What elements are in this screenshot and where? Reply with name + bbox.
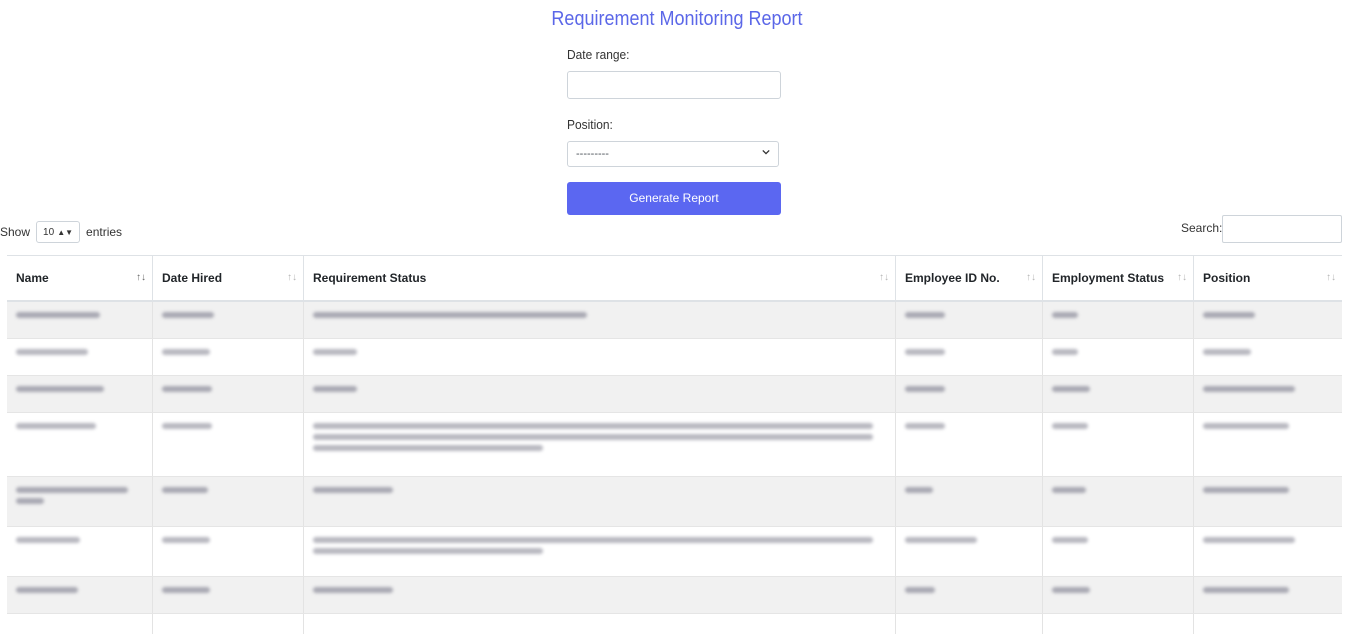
cell-position <box>1194 376 1342 412</box>
cell-requirement-status <box>304 302 896 338</box>
cell-position <box>1194 413 1342 476</box>
cell-requirement-status <box>304 376 896 412</box>
table-row[interactable] <box>7 302 1342 339</box>
cell-employment-status <box>1043 577 1194 613</box>
entries-length-control: Show 10 ▲▼ entries <box>0 221 122 243</box>
position-label: Position: <box>567 117 613 132</box>
cell-employee-id <box>896 577 1043 613</box>
cell-position <box>1194 302 1342 338</box>
cell-requirement-status <box>304 527 896 576</box>
column-header-name[interactable]: Name ↑↓ <box>7 256 153 300</box>
cell-employment-status <box>1043 527 1194 576</box>
sort-icon: ↑↓ <box>1326 272 1336 283</box>
cell-employment-status <box>1043 413 1194 476</box>
cell-employee-id <box>896 527 1043 576</box>
column-header-date-hired[interactable]: Date Hired ↑↓ <box>153 256 304 300</box>
generate-report-button[interactable]: Generate Report <box>567 182 781 215</box>
cell-date-hired <box>153 614 304 634</box>
cell-employment-status <box>1043 614 1194 634</box>
table-row[interactable] <box>7 614 1342 634</box>
search-label: Search: <box>1181 221 1223 235</box>
position-select[interactable]: --------- <box>567 141 779 167</box>
cell-employee-id <box>896 339 1043 375</box>
cell-position <box>1194 614 1342 634</box>
entries-select[interactable]: 10 ▲▼ <box>36 221 81 243</box>
cell-employee-id <box>896 413 1043 476</box>
page-title: Requirement Monitoring Report <box>551 8 803 30</box>
cell-date-hired <box>153 339 304 375</box>
cell-employee-id <box>896 376 1043 412</box>
search-input[interactable] <box>1222 215 1342 243</box>
cell-name <box>7 302 153 338</box>
cell-date-hired <box>153 413 304 476</box>
table-row[interactable] <box>7 376 1342 413</box>
show-label: Show <box>0 225 31 239</box>
cell-name <box>7 577 153 613</box>
report-table: Name ↑↓ Date Hired ↑↓ Requirement Status… <box>7 255 1342 634</box>
table-row[interactable] <box>7 577 1342 614</box>
cell-name <box>7 527 153 576</box>
cell-employment-status <box>1043 339 1194 375</box>
date-range-input[interactable] <box>567 71 781 99</box>
position-select-value: --------- <box>576 148 609 160</box>
column-header-employee-id[interactable]: Employee ID No. ↑↓ <box>896 256 1043 300</box>
cell-date-hired <box>153 527 304 576</box>
cell-position <box>1194 527 1342 576</box>
cell-position <box>1194 477 1342 526</box>
sort-icon: ↑↓ <box>287 272 297 283</box>
cell-requirement-status <box>304 477 896 526</box>
cell-requirement-status <box>304 413 896 476</box>
table-header: Name ↑↓ Date Hired ↑↓ Requirement Status… <box>7 256 1342 302</box>
sort-icon: ↑↓ <box>1026 272 1036 283</box>
cell-employment-status <box>1043 376 1194 412</box>
cell-name <box>7 339 153 375</box>
entries-label: entries <box>86 225 123 239</box>
column-header-requirement-status[interactable]: Requirement Status ↑↓ <box>304 256 896 300</box>
date-range-label: Date range: <box>567 47 630 62</box>
cell-employment-status <box>1043 477 1194 526</box>
cell-employee-id <box>896 302 1043 338</box>
table-row[interactable] <box>7 413 1342 477</box>
cell-requirement-status <box>304 614 896 634</box>
cell-name <box>7 614 153 634</box>
sort-icon: ↑↓ <box>1177 272 1187 283</box>
cell-date-hired <box>153 477 304 526</box>
column-header-position[interactable]: Position ↑↓ <box>1194 256 1342 300</box>
cell-employee-id <box>896 614 1043 634</box>
cell-position <box>1194 339 1342 375</box>
column-header-employment-status[interactable]: Employment Status ↑↓ <box>1043 256 1194 300</box>
table-row[interactable] <box>7 477 1342 527</box>
table-row[interactable] <box>7 339 1342 376</box>
cell-requirement-status <box>304 339 896 375</box>
chevron-down-icon <box>762 149 770 155</box>
cell-date-hired <box>153 376 304 412</box>
sort-icon: ↑↓ <box>879 272 889 283</box>
cell-date-hired <box>153 577 304 613</box>
cell-name <box>7 413 153 476</box>
cell-employee-id <box>896 477 1043 526</box>
sort-icon: ↑↓ <box>136 272 146 283</box>
cell-name <box>7 376 153 412</box>
cell-requirement-status <box>304 577 896 613</box>
cell-employment-status <box>1043 302 1194 338</box>
cell-date-hired <box>153 302 304 338</box>
cell-name <box>7 477 153 526</box>
cell-position <box>1194 577 1342 613</box>
entries-value: 10 <box>43 226 55 238</box>
updown-icon: ▲▼ <box>57 227 74 237</box>
table-row[interactable] <box>7 527 1342 577</box>
